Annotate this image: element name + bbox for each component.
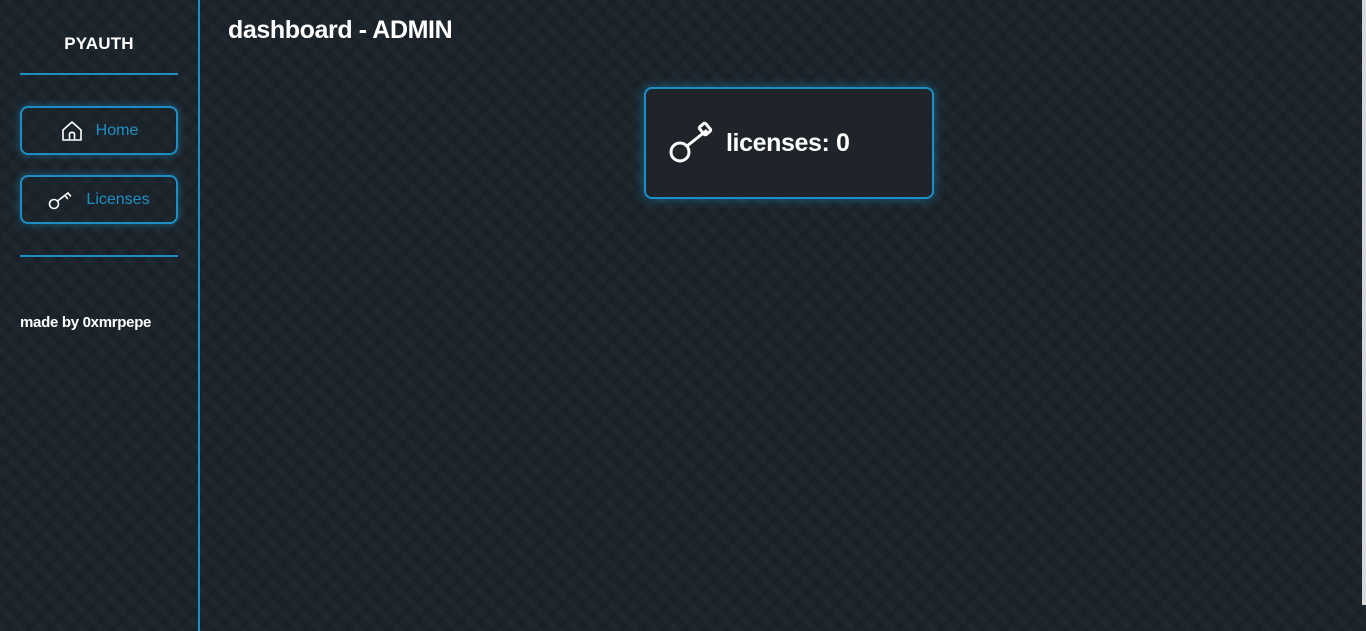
key-icon: [668, 121, 716, 165]
home-icon: [60, 119, 84, 143]
brand-title: PYAUTH: [64, 34, 134, 53]
sidebar-divider-top: [20, 73, 178, 75]
nav-home-button[interactable]: Home: [20, 106, 178, 155]
credit-text: made by 0xmrpepe: [20, 314, 152, 331]
nav-licenses-label: Licenses: [86, 190, 150, 208]
page-title: dashboard - ADMIN: [228, 16, 453, 44]
scrollbar[interactable]: [1362, 0, 1366, 605]
licenses-count: licenses: 0: [726, 128, 850, 157]
nav-licenses-button[interactable]: Licenses: [20, 175, 178, 224]
key-icon: [48, 189, 74, 211]
nav-home-label: Home: [95, 121, 139, 139]
sidebar: PYAUTH Home Licenses made by 0xmrpepe: [0, 0, 200, 631]
licenses-stat-card: licenses: 0: [644, 87, 934, 199]
sidebar-divider-bottom: [20, 255, 178, 257]
